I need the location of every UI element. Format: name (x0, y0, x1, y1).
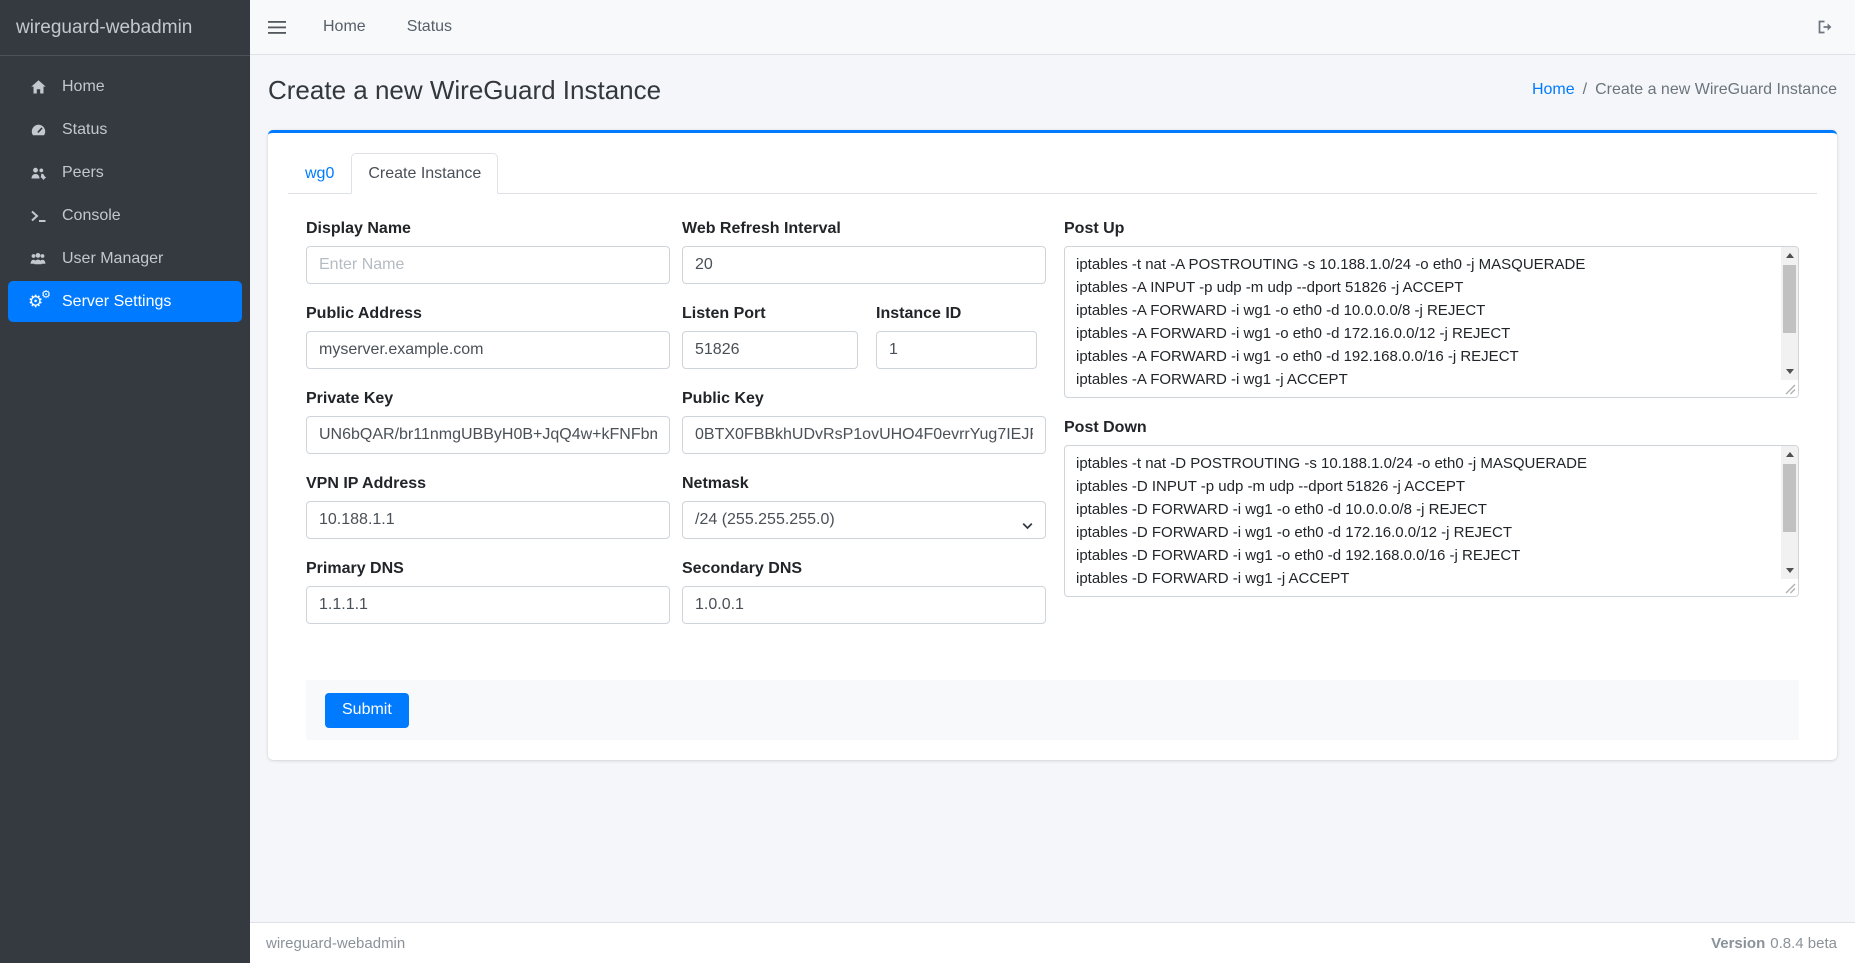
post-up-label: Post Up (1064, 220, 1799, 238)
post-up-textarea[interactable]: iptables -t nat -A POSTROUTING -s 10.188… (1064, 246, 1799, 398)
resize-grip-icon[interactable] (1781, 380, 1798, 397)
tab-wg0[interactable]: wg0 (288, 153, 351, 194)
logout-icon[interactable] (1816, 19, 1835, 35)
instance-id-input[interactable] (876, 331, 1037, 369)
sidebar-item-peers[interactable]: Peers (8, 152, 242, 193)
scroll-up-button[interactable] (1781, 247, 1798, 264)
sidebar-nav: Home Status (0, 56, 250, 334)
footer-version-value: 0.8.4 beta (1770, 935, 1837, 952)
sidebar-item-label: Home (62, 78, 105, 96)
instance-tabs: wg0 Create Instance (288, 153, 1817, 194)
footer-app-name: wireguard-webadmin (266, 935, 405, 952)
breadcrumb-current: Create a new WireGuard Instance (1595, 81, 1837, 99)
post-down-text: iptables -t nat -D POSTROUTING -s 10.188… (1065, 446, 1780, 596)
instance-card: wg0 Create Instance Display Name Public … (268, 130, 1837, 760)
resize-grip-icon[interactable] (1781, 579, 1798, 596)
post-up-scrollbar[interactable] (1781, 247, 1798, 380)
scroll-down-button[interactable] (1781, 562, 1798, 579)
peers-icon (26, 165, 50, 181)
main-content: Create a new WireGuard Instance Home / C… (250, 55, 1855, 922)
vpn-ip-label: VPN IP Address (306, 475, 670, 493)
brand-title: wireguard-webadmin (0, 0, 250, 56)
sidebar-item-status[interactable]: Status (8, 109, 242, 150)
primary-dns-label: Primary DNS (306, 560, 670, 578)
post-up-text: iptables -t nat -A POSTROUTING -s 10.188… (1065, 247, 1780, 397)
page-footer: wireguard-webadmin Version 0.8.4 beta (250, 922, 1855, 963)
scroll-down-button[interactable] (1781, 363, 1798, 380)
breadcrumb-home-link[interactable]: Home (1532, 81, 1575, 99)
vpn-ip-input[interactable] (306, 501, 670, 539)
submit-button[interactable]: Submit (325, 693, 409, 728)
topnav-link-status[interactable]: Status (407, 18, 452, 36)
content-header: Create a new WireGuard Instance Home / C… (268, 55, 1837, 130)
breadcrumb-separator: / (1583, 81, 1587, 99)
secondary-dns-input[interactable] (682, 586, 1046, 624)
sidebar: wireguard-webadmin Home Status (0, 0, 250, 963)
terminal-icon (26, 208, 50, 224)
secondary-dns-label: Secondary DNS (682, 560, 1046, 578)
scroll-up-button[interactable] (1781, 446, 1798, 463)
post-down-scrollbar[interactable] (1781, 446, 1798, 579)
display-name-label: Display Name (306, 220, 670, 238)
web-refresh-interval-input[interactable] (682, 246, 1046, 284)
users-icon (26, 251, 50, 267)
public-address-label: Public Address (306, 305, 670, 323)
sidebar-item-label: Peers (62, 164, 104, 182)
create-instance-form: Display Name Public Address Private Key … (288, 194, 1817, 740)
netmask-label: Netmask (682, 475, 1046, 493)
instance-id-label: Instance ID (876, 305, 1037, 323)
breadcrumb: Home / Create a new WireGuard Instance (1532, 81, 1837, 99)
sidebar-item-label: User Manager (62, 250, 163, 268)
post-down-textarea[interactable]: iptables -t nat -D POSTROUTING -s 10.188… (1064, 445, 1799, 597)
footer-version-label: Version (1711, 935, 1765, 952)
topnav-link-home[interactable]: Home (323, 18, 366, 36)
private-key-label: Private Key (306, 390, 670, 408)
private-key-input[interactable] (306, 416, 670, 454)
top-navbar: Home Status (250, 0, 1855, 55)
public-key-label: Public Key (682, 390, 1046, 408)
sidebar-item-home[interactable]: Home (8, 66, 242, 107)
netmask-selected-value: /24 (255.255.255.0) (695, 511, 835, 529)
gauge-icon (26, 122, 50, 138)
public-key-input[interactable] (682, 416, 1046, 454)
page-title: Create a new WireGuard Instance (268, 72, 661, 108)
netmask-select[interactable]: /24 (255.255.255.0) (682, 501, 1046, 539)
sidebar-item-server-settings[interactable]: ⚙⚙ Server Settings (8, 281, 242, 322)
primary-dns-input[interactable] (306, 586, 670, 624)
sidebar-item-label: Server Settings (62, 293, 171, 311)
public-address-input[interactable] (306, 331, 670, 369)
display-name-input[interactable] (306, 246, 670, 284)
web-refresh-interval-label: Web Refresh Interval (682, 220, 1046, 238)
sidebar-item-user-manager[interactable]: User Manager (8, 238, 242, 279)
scroll-thumb[interactable] (1783, 265, 1796, 333)
gears-icon: ⚙⚙ (26, 292, 50, 312)
scroll-thumb[interactable] (1783, 464, 1796, 532)
sidebar-item-console[interactable]: Console (8, 195, 242, 236)
listen-port-label: Listen Port (682, 305, 858, 323)
sidebar-item-label: Status (62, 121, 107, 139)
footer-version: Version 0.8.4 beta (1711, 935, 1837, 952)
home-icon (26, 79, 50, 95)
tab-create-instance[interactable]: Create Instance (351, 153, 498, 194)
menu-icon[interactable] (268, 20, 286, 35)
sidebar-item-label: Console (62, 207, 121, 225)
listen-port-input[interactable] (682, 331, 858, 369)
chevron-down-icon (1022, 517, 1033, 535)
post-down-label: Post Down (1064, 419, 1799, 437)
form-footer: Submit (306, 680, 1799, 740)
